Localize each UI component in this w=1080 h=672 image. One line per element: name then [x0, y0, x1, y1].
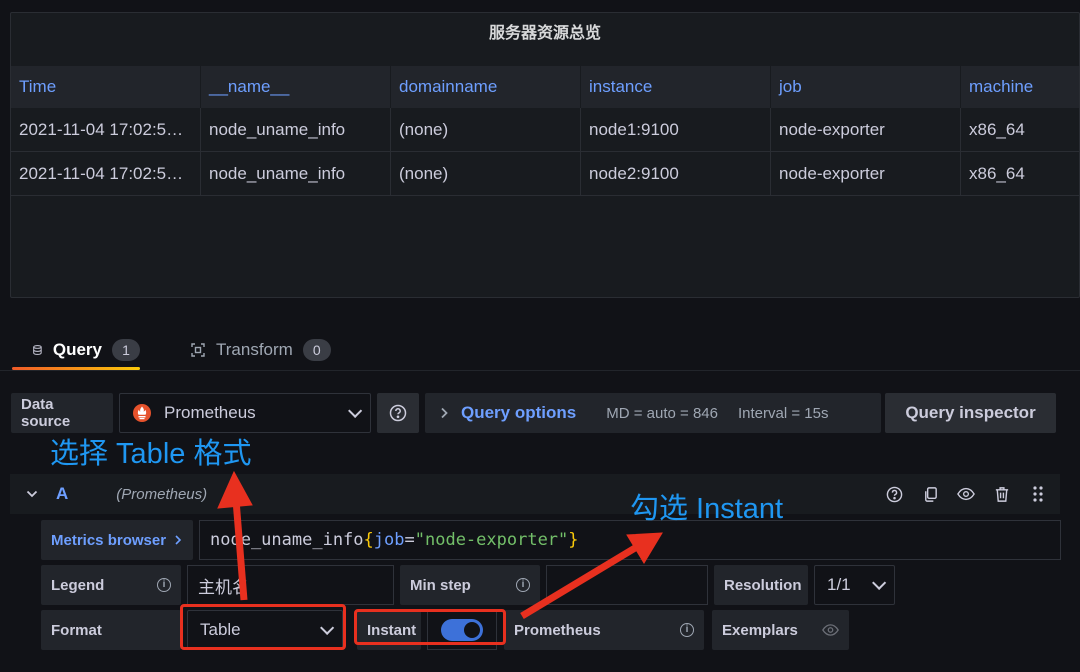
query-ref-id[interactable]: A	[56, 484, 68, 504]
tab-transform[interactable]: Transform 0	[190, 330, 331, 370]
database-icon	[33, 345, 42, 355]
tabs-divider	[0, 370, 1080, 371]
query-inspector-button[interactable]: Query inspector	[885, 393, 1056, 433]
data-source-picker[interactable]: Prometheus	[119, 393, 371, 433]
legend-label-text: Legend	[51, 576, 105, 594]
tab-query[interactable]: Query 1	[12, 330, 140, 370]
table-cell: x86_64	[969, 163, 1025, 183]
table-cell: x86_64	[969, 119, 1025, 139]
help-button[interactable]	[377, 393, 419, 433]
collapse-chevron-icon[interactable]	[26, 489, 38, 499]
annotation-instant: 勾选 Instant	[630, 493, 784, 525]
resolution-select[interactable]: 1/1	[814, 565, 895, 605]
chevron-down-icon	[872, 575, 887, 590]
table-cell: node2:9100	[581, 152, 771, 195]
trash-icon[interactable]	[992, 484, 1012, 504]
metrics-browser-label: Metrics browser	[51, 531, 167, 549]
column-header-name[interactable]: __name__	[201, 66, 391, 108]
query-datasource-name: (Prometheus)	[116, 485, 208, 503]
prometheus-type-label: Prometheus i	[504, 610, 704, 650]
query-options-md: MD = auto = 846	[606, 404, 718, 422]
info-icon[interactable]: i	[680, 623, 694, 637]
prometheus-type-text: Prometheus	[514, 621, 601, 639]
legend-input[interactable]: 主机名	[187, 565, 394, 605]
query-options-toggle[interactable]: Query options MD = auto = 846 Interval =…	[425, 393, 881, 433]
resolution-value: 1/1	[827, 575, 851, 594]
table-cell: node-exporter	[771, 152, 961, 195]
tab-transform-label: Transform	[216, 340, 293, 359]
data-source-label: Data source	[11, 393, 113, 433]
query-row-actions	[884, 484, 1048, 504]
table-cell: node_uname_info	[201, 152, 391, 195]
highlight-box-instant	[354, 609, 506, 645]
data-source-value: Prometheus	[164, 403, 256, 422]
expr-operator: =	[404, 530, 415, 550]
metrics-browser-button[interactable]: Metrics browser	[41, 520, 193, 560]
highlight-box-format	[180, 604, 346, 650]
help-icon[interactable]	[884, 484, 904, 504]
resolution-label: Resolution	[714, 565, 808, 605]
panel-title[interactable]: 服务器资源总览	[11, 13, 1079, 55]
exemplars-label: Exemplars	[712, 610, 849, 650]
format-label: Format	[41, 610, 181, 650]
query-options-label: Query options	[461, 403, 577, 422]
min-step-input[interactable]	[546, 565, 708, 605]
column-header-instance[interactable]: instance	[581, 66, 771, 108]
table-row: 2021-11-04 17:02:5… node_uname_info (non…	[11, 108, 1079, 152]
legend-label: Legend i	[41, 565, 181, 605]
column-header-domainname[interactable]: domainname	[391, 66, 581, 108]
table-row: 2021-11-04 17:02:5… node_uname_info (non…	[11, 152, 1079, 196]
exemplars-label-text: Exemplars	[722, 621, 798, 639]
table-cell: 2021-11-04 17:02:5…	[11, 108, 201, 151]
drag-handle-icon[interactable]	[1028, 484, 1048, 504]
duplicate-icon[interactable]	[920, 484, 940, 504]
table-cell: node_uname_info	[201, 108, 391, 151]
info-icon[interactable]: i	[157, 578, 171, 592]
query-options-interval: Interval = 15s	[737, 404, 829, 422]
chevron-down-icon	[348, 403, 363, 418]
annotation-table-format: 选择 Table 格式	[50, 438, 252, 470]
eye-icon[interactable]	[956, 484, 976, 504]
chevron-right-icon	[175, 535, 182, 545]
expr-open-brace: {	[363, 530, 374, 550]
expr-label-key: job	[373, 530, 405, 550]
table-cell: 2021-11-04 17:02:5…	[11, 152, 201, 195]
table-header: Time __name__ domainname instance job ma…	[11, 66, 1079, 108]
table-cell: node-exporter	[771, 108, 961, 151]
tab-query-count: 1	[112, 339, 140, 361]
expr-close-brace: }	[568, 530, 579, 550]
expr-label-value: "node-exporter"	[414, 530, 569, 550]
column-header-job[interactable]: job	[771, 66, 961, 108]
table-cell: (none)	[391, 108, 581, 151]
prometheus-icon	[133, 404, 151, 422]
min-step-label: Min step i	[400, 565, 540, 605]
column-header-machine[interactable]: machine	[961, 66, 1079, 108]
table-cell: (none)	[391, 152, 581, 195]
eye-icon[interactable]	[822, 624, 839, 636]
info-icon[interactable]: i	[516, 578, 530, 592]
query-row-header: A (Prometheus)	[10, 474, 1060, 514]
tab-query-label: Query	[52, 340, 102, 359]
expr-metric-name: node_uname_info	[210, 530, 364, 550]
tab-transform-count: 0	[302, 339, 331, 361]
chevron-right-icon	[441, 407, 448, 419]
table-panel: 服务器资源总览 Time __name__ domainname instanc…	[10, 12, 1080, 298]
column-header-time[interactable]: Time	[11, 66, 201, 108]
table-cell: node1:9100	[581, 108, 771, 151]
transform-icon	[191, 343, 205, 357]
min-step-label-text: Min step	[410, 576, 471, 594]
question-circle-icon	[389, 404, 407, 422]
